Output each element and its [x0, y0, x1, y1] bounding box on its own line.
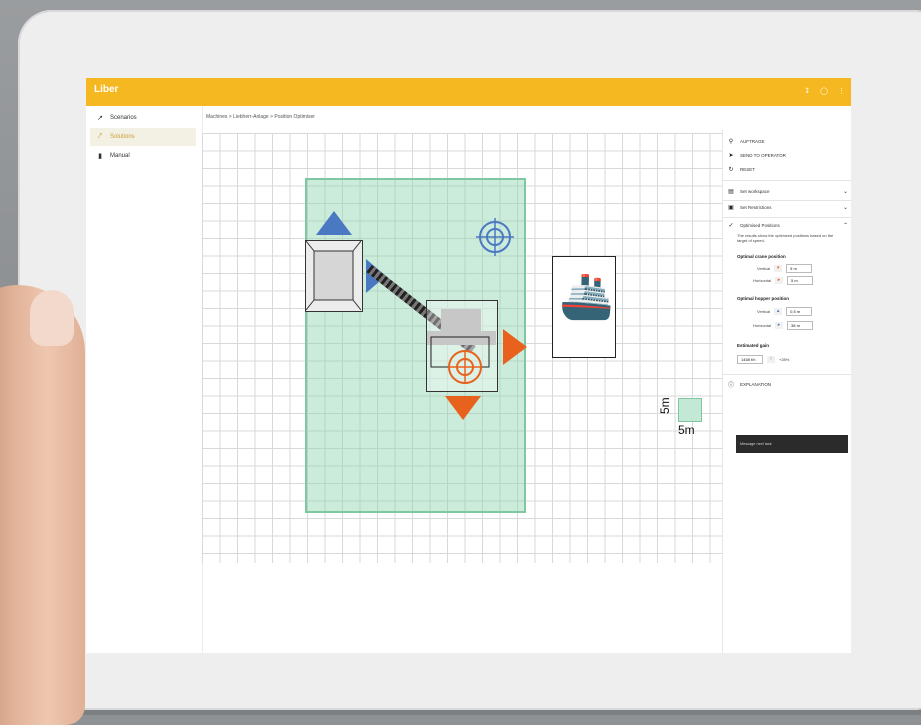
scale-reference [678, 398, 702, 422]
field-label: Vertical [757, 309, 771, 314]
crane-move-down-icon[interactable] [444, 395, 482, 421]
divider [723, 374, 851, 375]
hopper-vertical-field[interactable]: Vertical ▴ 0,5 m [757, 307, 813, 316]
hopper-shape-icon [305, 240, 362, 311]
field-label: Vertical [757, 266, 771, 271]
scale-label-x: 5m [678, 423, 695, 437]
hopper[interactable] [305, 240, 363, 312]
section-label: Set workspace [740, 189, 770, 194]
arrow-down-icon: ▾ [774, 265, 783, 272]
appbar-icons: ↧ ◯ ⋮ [804, 88, 845, 96]
sidebar-item-label: Solutions [110, 134, 135, 140]
thumbnail [30, 290, 74, 346]
section-set-restrictions[interactable]: ▣ Set Restrictions ⌄ [727, 204, 848, 211]
field-value: 38 m [787, 321, 814, 330]
crane-icon: ⤤ [98, 133, 102, 140]
explanation-label: EXPLANATION [740, 382, 772, 387]
pin-icon: ⚲ [728, 139, 734, 145]
help-icon[interactable]: ◯ [820, 88, 828, 96]
chevron-down-icon: ⌄ [842, 189, 848, 195]
scale-label-y: 5m [658, 397, 672, 414]
menu-icon[interactable]: ⋮ [838, 88, 845, 96]
app-bar: Liber ↧ ◯ ⋮ [86, 78, 851, 106]
hopper-horizontal-field[interactable]: Horizontal ▸ 38 m [753, 321, 814, 330]
gain-value: 1458 t/h [737, 355, 763, 364]
section-set-workspace[interactable]: ▤ Set workspace ⌄ [727, 188, 848, 195]
check-icon: ✓ [728, 223, 734, 229]
info-icon: ⓘ [727, 383, 734, 389]
workspace-icon: ▤ [728, 189, 734, 195]
crane-vertical-field[interactable]: Vertical ▾ 5 m [757, 264, 813, 273]
book-icon: ▮ [98, 153, 102, 160]
sidebar: ↗ Scenarios ⤤ Solutions ▮ Manual [86, 106, 203, 653]
gain-delta: +28% [779, 357, 790, 362]
send-icon: ➤ [728, 153, 734, 159]
gain-heading: Estimated gain [737, 343, 770, 348]
hopper-heading: Optimal hopper position [737, 296, 789, 301]
chevron-up-icon: ⌃ [842, 223, 848, 229]
section-label: Set Restrictions [740, 205, 772, 210]
sidebar-item-scenarios[interactable]: ↗ Scenarios [90, 109, 196, 127]
lock-icon: ▣ [728, 205, 734, 211]
chevron-down-icon: ⌄ [842, 205, 848, 211]
crane-move-right-icon[interactable] [502, 328, 528, 366]
hand [0, 285, 85, 725]
divider [723, 180, 851, 181]
crane-horizontal-field[interactable]: Horizontal ▸ 5 m [753, 276, 814, 285]
reset-icon: ↻ [728, 167, 734, 173]
field-value: 5 m [787, 276, 814, 285]
results-description: The results show the optimized positions… [737, 233, 834, 243]
action-send-to-operator[interactable]: ➤ SEND TO OPERATOR [727, 152, 848, 159]
field-label: Horizontal [753, 323, 772, 328]
sidebar-item-manual[interactable]: ▮ Manual [90, 147, 196, 165]
ship-icon: 🚢 [559, 272, 614, 321]
arrow-right-icon: ▸ [775, 322, 784, 329]
sidebar-item-label: Scenarios [110, 115, 137, 121]
divider [723, 217, 851, 218]
field-value: 5 m [786, 264, 813, 273]
action-label: AUFTRAGE [740, 139, 765, 144]
action-label: SEND TO OPERATOR [740, 153, 786, 158]
field-value: 0,5 m [786, 307, 813, 316]
message-next-task-button[interactable]: Message next task [736, 435, 848, 453]
download-icon[interactable]: ↧ [804, 88, 810, 96]
chart-icon: ↗ [97, 115, 103, 122]
trend-up-icon: ↑ [767, 356, 775, 363]
hopper-move-up-icon[interactable] [315, 210, 353, 236]
field-label: Horizontal [753, 278, 772, 283]
brand-logo: Liber [94, 84, 119, 95]
gain-field: 1458 t/h ↑ +28% [737, 355, 789, 364]
arrow-right-icon: ▸ [775, 277, 784, 284]
crane-heading: Optimal crane position [737, 254, 786, 259]
ship[interactable]: 🚢 [552, 256, 616, 358]
target-icon[interactable] [476, 218, 514, 256]
section-label: Optimised Positions [740, 223, 780, 228]
action-label: RESET [740, 167, 756, 172]
sidebar-item-solutions[interactable]: ⤤ Solutions [90, 128, 196, 146]
options-panel: ⚲ AUFTRAGE ➤ SEND TO OPERATOR ↻ RESET ▤ … [722, 130, 851, 653]
breadcrumb: Machines > Liebherr-Anlage > Position Op… [206, 114, 315, 120]
sidebar-item-label: Manual [110, 153, 130, 159]
action-auftrage[interactable]: ⚲ AUFTRAGE [727, 138, 848, 145]
action-reset[interactable]: ↻ RESET [727, 166, 848, 173]
crane[interactable] [426, 300, 498, 392]
section-optimised-positions[interactable]: ✓ Optimised Positions ⌃ [727, 222, 848, 229]
app-screen: Liber ↧ ◯ ⋮ ↗ Scenarios ⤤ Solutions ▮ Ma… [86, 78, 851, 653]
divider [723, 200, 851, 201]
explanation-link[interactable]: ⓘ EXPLANATION [727, 380, 848, 389]
crane-body-icon [427, 309, 496, 384]
arrow-up-icon: ▴ [774, 308, 783, 315]
